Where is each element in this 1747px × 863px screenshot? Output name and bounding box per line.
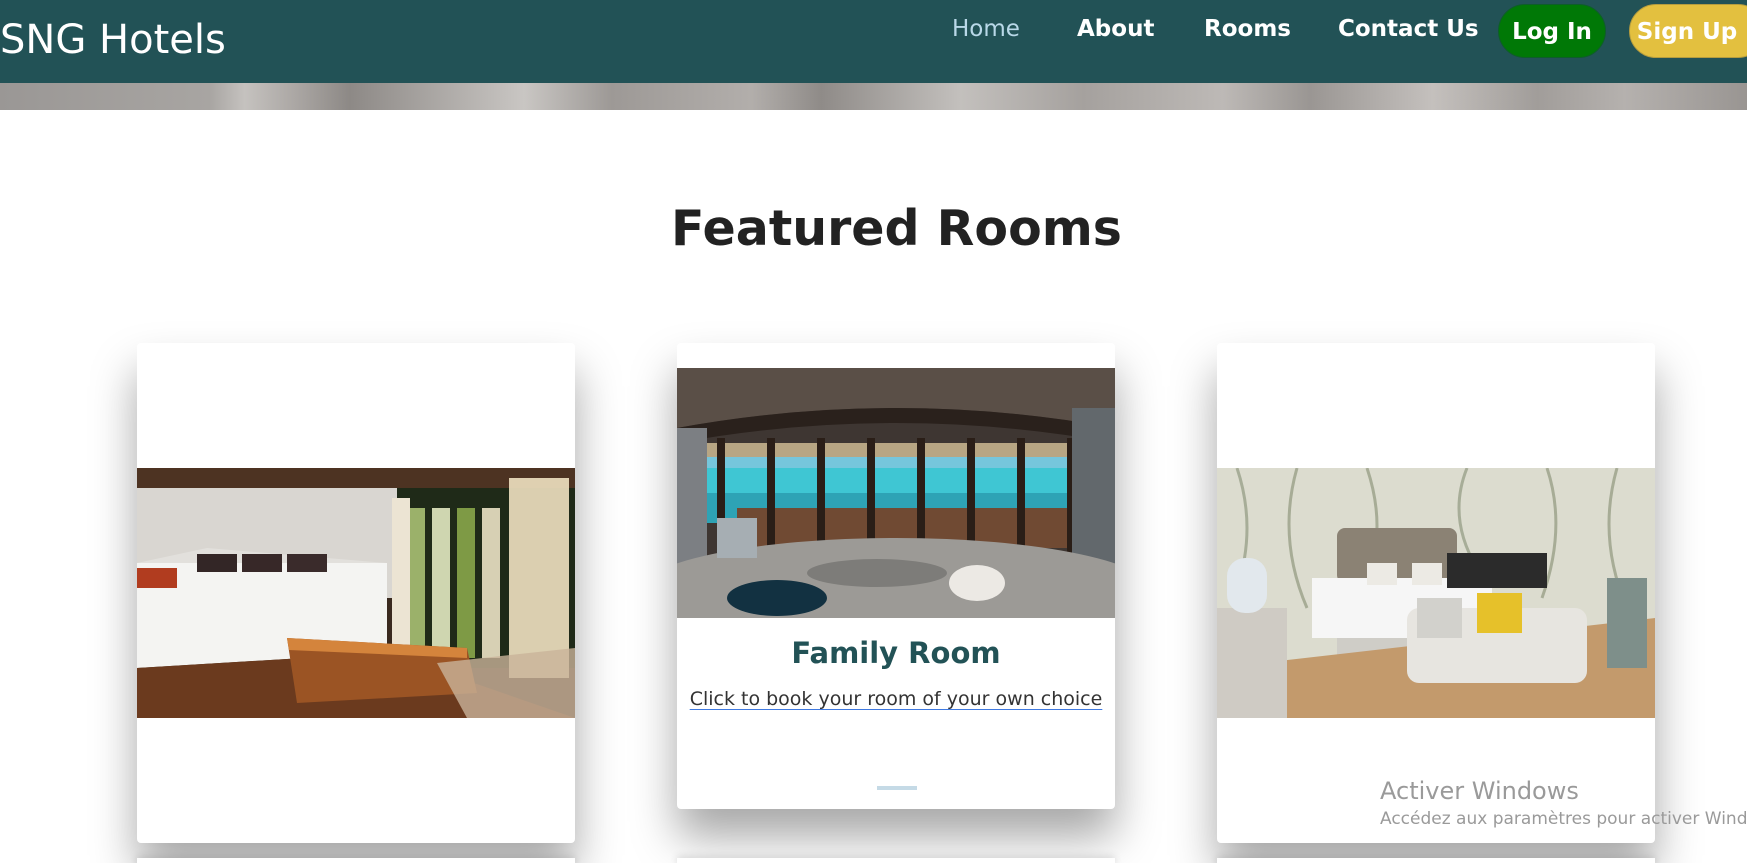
nav-rooms[interactable]: Rooms [1204,16,1291,42]
signup-button[interactable]: Sign Up [1629,4,1747,58]
room-card-next-row [1217,858,1655,863]
watermark-subtitle: Accédez aux paramètres pour activer Wind… [1380,809,1747,829]
nav-about[interactable]: About [1077,16,1154,42]
room-image[interactable] [1217,468,1655,718]
room-card[interactable] [1217,343,1655,843]
watermark-title: Activer Windows [1380,777,1579,805]
room-card-next-row [137,858,575,863]
room-title: Family Room [791,636,1001,670]
brand-logo-text[interactable]: SNG Hotels [0,17,226,63]
nav-home[interactable]: Home [952,16,1020,42]
room-image[interactable] [677,368,1115,618]
nav-contact-us[interactable]: Contact Us [1338,16,1479,42]
room-image[interactable] [137,468,575,718]
book-room-link[interactable]: Click to book your room of your own choi… [690,688,1103,710]
room-card-body: Family Room Click to book your room of y… [677,618,1115,710]
carousel-indicator[interactable] [877,786,917,790]
login-button[interactable]: Log In [1498,4,1606,58]
section-title: Featured Rooms [671,200,1122,257]
room-card[interactable]: Family Room Click to book your room of y… [677,343,1115,809]
room-card-next-row [677,858,1115,863]
navbar: SNG Hotels Home About Rooms Contact Us L… [0,0,1747,83]
room-card[interactable] [137,343,575,843]
windows-activation-watermark: Activer Windows Accédez aux paramètres p… [1380,777,1747,829]
hero-image-strip [0,83,1747,110]
